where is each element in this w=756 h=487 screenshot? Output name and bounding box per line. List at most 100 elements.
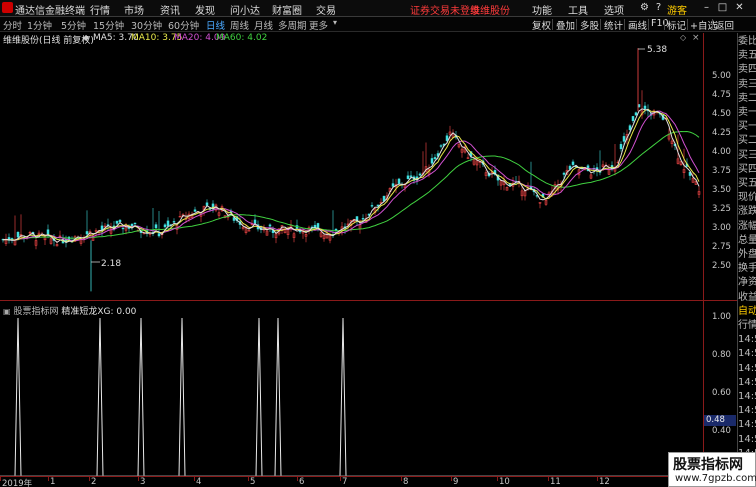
signal-spike	[255, 318, 263, 476]
fuquan-button[interactable]: 复权	[532, 18, 551, 32]
period-15min[interactable]: 15分钟	[93, 18, 124, 32]
side-panel-item[interactable]: 14:5	[738, 362, 756, 376]
side-panel-item[interactable]: 净资	[738, 276, 756, 290]
side-panel-item[interactable]: 卖四	[738, 63, 756, 77]
side-panel-item[interactable]: 外盘	[738, 248, 756, 262]
side-panel-item[interactable]: 自动	[738, 305, 756, 319]
candle-body	[409, 175, 413, 177]
candle-body	[16, 231, 20, 238]
candle-body	[133, 222, 137, 225]
side-panel-item[interactable]: 14:5	[738, 376, 756, 390]
period-multi[interactable]: 多周期	[278, 18, 307, 32]
watermark-url: www.7gpzb.com	[675, 473, 756, 484]
date-tick-mark	[138, 476, 139, 481]
candle-body	[631, 116, 635, 122]
side-panel-item[interactable]: 委比	[738, 35, 756, 49]
f10-button[interactable]: F10	[651, 18, 669, 29]
side-panel-item[interactable]: 涨跌	[738, 205, 756, 219]
side-panel-item[interactable]: 现价	[738, 191, 756, 205]
side-panel-item[interactable]: 卖一	[738, 106, 756, 120]
toolbar-divider	[576, 19, 577, 30]
mark-button[interactable]: 标记	[667, 18, 686, 32]
menu-item-zixun[interactable]: 资讯	[160, 2, 180, 17]
side-panel-item[interactable]: 买二	[738, 134, 756, 148]
candle-body	[391, 183, 395, 187]
minimize-icon[interactable]: –	[700, 1, 713, 14]
guest-label[interactable]: 游客	[667, 2, 687, 17]
candlestick-chart[interactable]: 5.38 2.18	[0, 44, 703, 300]
indicator-collapse-icon[interactable]: ▣	[3, 307, 11, 316]
period-toolbar: 分时 1分钟 5分钟 15分钟 30分钟 60分钟 日线 周线 月线 多周期 更…	[0, 17, 756, 32]
side-panel-item[interactable]: 卖二	[738, 92, 756, 106]
close-pane-icon[interactable]: ×	[692, 33, 700, 43]
statistics-button[interactable]: 统计	[604, 18, 623, 32]
side-panel-item[interactable]: 总量	[738, 234, 756, 248]
date-tick-mark	[451, 476, 452, 481]
side-panel-item[interactable]: 卖三	[738, 78, 756, 92]
side-panel-item[interactable]: 14:5	[738, 418, 756, 432]
menu-item-jiaoyi[interactable]: 交易	[316, 2, 336, 17]
toolbar-divider	[552, 19, 553, 30]
period-monthly[interactable]: 月线	[254, 18, 273, 32]
period-30min[interactable]: 30分钟	[131, 18, 162, 32]
menu-item-caifuquan[interactable]: 财富圈	[272, 2, 302, 17]
toolbar-divider	[600, 19, 601, 30]
side-panel-item[interactable]: 14:5	[738, 347, 756, 361]
side-panel-item[interactable]: 涨幅	[738, 220, 756, 234]
side-panel-item[interactable]: 14:5	[738, 433, 756, 447]
candle-body	[619, 144, 623, 150]
cursor-value-badge: 0.48	[704, 415, 736, 426]
menu-item-wenxiaoda[interactable]: 问小达	[230, 2, 260, 17]
date-tick: 10	[499, 477, 510, 487]
collapse-icon[interactable]: ◆	[83, 33, 89, 42]
side-panel-item[interactable]: 14:5	[738, 390, 756, 404]
price-tick: 3.75	[712, 166, 731, 176]
menu-item-gongju[interactable]: 工具	[568, 2, 588, 17]
side-panel-item[interactable]: 买四	[738, 163, 756, 177]
side-panel-item[interactable]: 买一	[738, 120, 756, 134]
period-60min[interactable]: 60分钟	[168, 18, 199, 32]
overlay-button[interactable]: 叠加	[556, 18, 575, 32]
side-panel-item[interactable]: 14:5	[738, 404, 756, 418]
date-tick-mark	[0, 476, 1, 481]
indicator-chart[interactable]	[0, 318, 703, 476]
candle-body	[268, 224, 272, 227]
more-chevron-icon[interactable]: ▾	[333, 18, 337, 27]
side-panel-item[interactable]: 14:5	[738, 333, 756, 347]
period-5min[interactable]: 5分钟	[61, 18, 86, 32]
candle-body	[157, 233, 161, 237]
back-button[interactable]: 返回	[715, 18, 734, 32]
period-daily-active[interactable]: 日线	[206, 18, 225, 32]
period-1min[interactable]: 1分钟	[27, 18, 52, 32]
period-fenshi[interactable]: 分时	[3, 18, 22, 32]
maximize-icon[interactable]: □	[716, 1, 729, 14]
menu-item-faxian[interactable]: 发现	[195, 2, 215, 17]
menu-item-shichang[interactable]: 市场	[124, 2, 144, 17]
side-panel-item[interactable]: 换手	[738, 262, 756, 276]
close-icon[interactable]: ✕	[733, 1, 746, 14]
indicator-tick: 0.40	[712, 426, 731, 436]
stock-name-link[interactable]: 维维股份	[470, 2, 510, 17]
help-icon[interactable]: ?	[652, 1, 665, 14]
menu-item-gongneng[interactable]: 功能	[532, 2, 552, 17]
side-panel-item[interactable]: 卖五	[738, 49, 756, 63]
candle-body	[205, 202, 209, 206]
period-more[interactable]: 更多	[309, 18, 328, 32]
expand-diamond-icon[interactable]: ◇	[680, 33, 686, 42]
side-panel-item[interactable]: 收益	[738, 291, 756, 305]
settings-gear-icon[interactable]: ⚙	[638, 1, 651, 14]
draw-line-button[interactable]: 画线	[628, 18, 647, 32]
menu-item-xuanxiang[interactable]: 选项	[604, 2, 624, 17]
candle-body	[622, 136, 626, 142]
menu-item-hangqing[interactable]: 行情	[90, 2, 110, 17]
side-panel-item[interactable]: 买三	[738, 149, 756, 163]
date-tick: 9	[453, 477, 459, 487]
date-tick-mark	[401, 476, 402, 481]
side-panel-item[interactable]: 行情	[738, 319, 756, 333]
candle-body	[253, 219, 257, 224]
multi-stock-button[interactable]: 多股	[580, 18, 599, 32]
period-weekly[interactable]: 周线	[230, 18, 249, 32]
candle-body	[562, 172, 566, 175]
side-panel-item[interactable]: 买五	[738, 177, 756, 191]
toolbar-divider	[664, 19, 665, 30]
